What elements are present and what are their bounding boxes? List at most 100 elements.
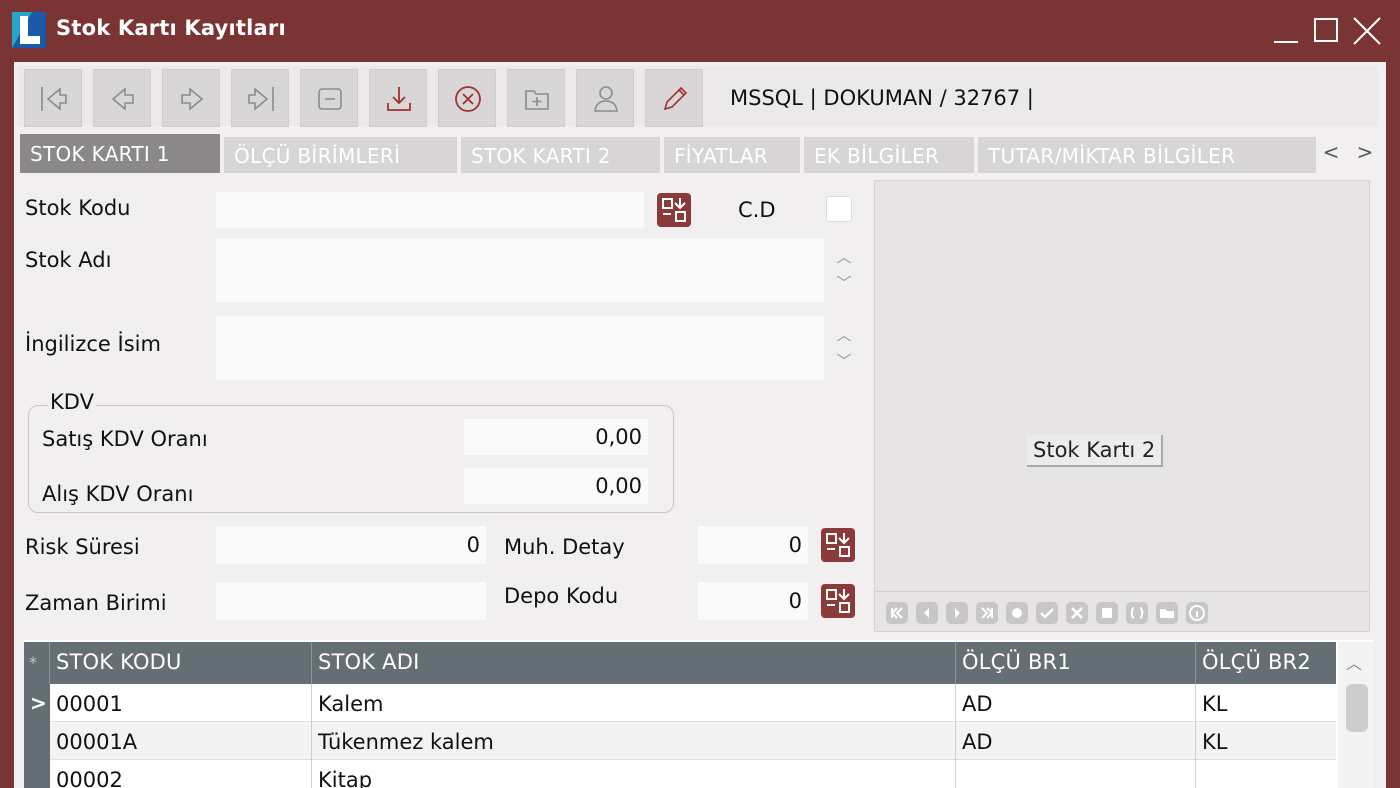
scroll-thumb[interactable] [1346, 684, 1368, 732]
nav-last-icon[interactable] [975, 601, 999, 625]
ingilizce-isim-spin-down-icon[interactable]: ﹀ [834, 348, 854, 374]
new-record-button[interactable] [507, 69, 565, 127]
nav-insert-icon[interactable] [1005, 601, 1029, 625]
zaman-birimi-label: Zaman Birimi [25, 591, 167, 615]
tab-stok-karti-1[interactable]: STOK KARTI 1 [20, 134, 220, 173]
nav-copy-icon[interactable] [1125, 601, 1149, 625]
image-navigator [875, 591, 1369, 631]
cell-stok-kodu: 00001 [50, 684, 312, 722]
title-bar[interactable]: Stok Kartı Kayıtları [0, 0, 1400, 62]
nav-next-icon[interactable] [945, 601, 969, 625]
grid-vertical-scrollbar[interactable]: ︿ [1338, 642, 1374, 788]
save-button[interactable] [369, 69, 427, 127]
next-record-button[interactable] [162, 69, 220, 127]
image-panel[interactable]: Stok Kartı 2 [874, 180, 1370, 632]
last-record-icon [248, 87, 274, 111]
table-row[interactable]: 00002 Kitap [50, 760, 1336, 788]
nav-open-folder-icon[interactable] [1155, 601, 1179, 625]
row-indicator-column: > [24, 684, 50, 788]
minimize-form-icon [318, 88, 342, 110]
stok-adi-spin-down-icon[interactable]: ﹀ [834, 270, 854, 296]
cd-checkbox[interactable] [826, 196, 852, 222]
alis-kdv-label: Alış KDV Oranı [42, 482, 194, 506]
cell-olcu-br2: KL [1202, 730, 1228, 754]
nav-cancel-icon[interactable] [1065, 601, 1089, 625]
nav-prior-icon[interactable] [915, 601, 939, 625]
cell-olcu-br2: KL [1202, 692, 1228, 716]
tab-ek-bilgiler[interactable]: EK BİLGİLER [804, 137, 974, 173]
previous-record-icon [111, 87, 134, 111]
app-logo-icon [12, 12, 46, 48]
last-record-button[interactable] [231, 69, 289, 127]
user-icon [594, 86, 618, 112]
depo-kodu-input[interactable] [698, 582, 808, 620]
cell-olcu-br2 [1196, 760, 1336, 788]
nav-info-icon[interactable] [1185, 601, 1209, 625]
table-row[interactable]: 00001 Kalem AD KL [50, 684, 1336, 722]
muh-detay-input[interactable] [698, 526, 808, 564]
scroll-up-icon[interactable]: ︿ [1346, 650, 1362, 674]
stok-kodu-lookup-icon[interactable] [656, 192, 692, 228]
tab-stok-karti-2[interactable]: STOK KARTI 2 [461, 137, 660, 173]
cell-stok-adi: Kitap [312, 760, 956, 788]
first-record-button[interactable] [24, 69, 82, 127]
satis-kdv-input[interactable] [464, 419, 648, 455]
muh-detay-label: Muh. Detay [504, 535, 625, 559]
cell-olcu-br1 [956, 760, 1196, 788]
tab-fiyatlar[interactable]: FİYATLAR [664, 137, 800, 173]
cd-label: C.D [738, 198, 776, 222]
cancel-icon [455, 86, 481, 112]
stok-adi-label: Stok Adı [25, 248, 112, 272]
close-icon[interactable] [1350, 14, 1384, 48]
alis-kdv-input[interactable] [464, 468, 648, 504]
next-record-icon [181, 87, 204, 111]
previous-record-button[interactable] [93, 69, 151, 127]
tab-tutar-miktar-bilgiler[interactable]: TUTAR/MİKTAR BİLGİLER [978, 137, 1316, 173]
edit-button[interactable] [645, 69, 703, 127]
database-info: MSSQL | DOKUMAN / 32767 | [730, 86, 1034, 110]
minimize-form-button[interactable] [300, 69, 358, 127]
current-row-marker: > [30, 691, 47, 715]
minimize-icon[interactable] [1270, 14, 1304, 48]
muh-detay-lookup-icon[interactable] [820, 527, 856, 563]
tab-scroll-left-icon[interactable]: < [1320, 140, 1342, 168]
cell-stok-kodu: 00002 [50, 760, 312, 788]
maximize-icon[interactable] [1310, 14, 1344, 48]
ingilizce-isim-spin-up-icon[interactable]: ︿ [834, 322, 854, 348]
risk-suresi-input[interactable] [216, 526, 486, 564]
depo-kodu-lookup-icon[interactable] [820, 583, 856, 619]
tab-olcu-birimleri[interactable]: ÖLÇÜ BİRİMLERİ [224, 137, 457, 173]
cell-stok-adi: Kalem [312, 684, 956, 722]
kdv-group-legend: KDV [48, 390, 96, 414]
save-icon [387, 87, 411, 111]
column-stok-adi[interactable]: STOK ADI [312, 642, 956, 684]
zaman-birimi-input[interactable] [216, 582, 486, 620]
cell-olcu-br1: AD [956, 722, 1196, 760]
stok-kodu-input[interactable] [216, 192, 644, 228]
ingilizce-isim-label: İngilizce İsim [25, 332, 161, 356]
column-stok-kodu[interactable]: STOK KODU [50, 642, 312, 684]
cancel-button[interactable] [438, 69, 496, 127]
stok-adi-input[interactable] [216, 238, 824, 302]
user-button[interactable] [576, 69, 634, 127]
nav-post-icon[interactable] [1035, 601, 1059, 625]
window-title: Stok Kartı Kayıtları [56, 16, 286, 40]
grid-header: * STOK KODU STOK ADI ÖLÇÜ BR1 ÖLÇÜ BR2 [24, 642, 1336, 684]
image-caption: Stok Kartı 2 [1027, 435, 1164, 467]
edit-icon [663, 86, 688, 111]
first-record-icon [41, 87, 67, 111]
ingilizce-isim-input[interactable] [216, 316, 824, 380]
tab-bar: STOK KARTI 1 ÖLÇÜ BİRİMLERİ STOK KARTI 2… [18, 134, 1378, 174]
satis-kdv-label: Satış KDV Oranı [42, 427, 208, 451]
stock-grid: * STOK KODU STOK ADI ÖLÇÜ BR1 ÖLÇÜ BR2 >… [24, 640, 1374, 788]
nav-clear-icon[interactable] [1095, 601, 1119, 625]
table-row[interactable]: 00001A Tükenmez kalem AD KL [50, 722, 1336, 760]
column-olcu-br1[interactable]: ÖLÇÜ BR1 [956, 642, 1196, 684]
column-olcu-br2[interactable]: ÖLÇÜ BR2 [1196, 642, 1336, 684]
tab-scroll-right-icon[interactable]: > [1354, 140, 1376, 168]
stok-adi-spin-up-icon[interactable]: ︿ [834, 244, 854, 270]
nav-first-icon[interactable] [885, 601, 909, 625]
toolbar: MSSQL | DOKUMAN / 32767 | [18, 66, 1378, 127]
depo-kodu-label: Depo Kodu [504, 584, 619, 608]
cell-olcu-br1: AD [956, 684, 1196, 722]
